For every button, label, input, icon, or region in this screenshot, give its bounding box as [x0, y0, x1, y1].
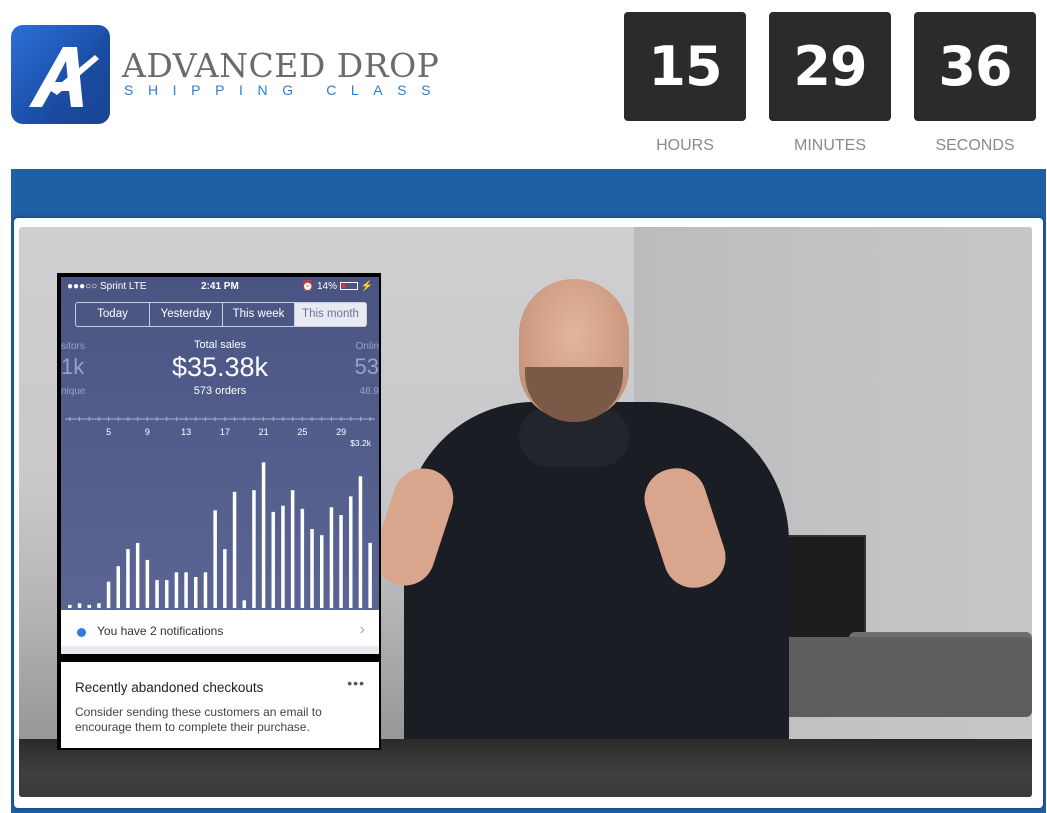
total-sales-label: Total sales: [194, 339, 246, 351]
abandoned-checkouts-card[interactable]: Recently abandoned checkouts ••• Conside…: [61, 662, 379, 748]
chart-bar: [281, 505, 285, 608]
chart-bar: [68, 604, 72, 608]
alarm-icon: ⏰: [301, 281, 315, 292]
chart-bar: [349, 496, 353, 608]
chart-bar: [368, 542, 372, 608]
notifications-row[interactable]: You have 2 notifications ›: [61, 610, 379, 654]
orders-count: 573 orders: [193, 385, 247, 397]
countdown-minutes: 29: [769, 12, 891, 121]
chart-bar: [261, 462, 266, 608]
network-type: LTE: [128, 281, 147, 292]
total-sales-value: $35.38k: [171, 352, 269, 382]
chart-bar: [203, 572, 208, 608]
sales-dashboard: ●●●○○ Sprint LTE 2:41 PM ⏰ 14% ⚡ Today Y…: [61, 277, 379, 610]
tab-today[interactable]: Today: [76, 303, 150, 326]
chart-bar: [339, 515, 343, 608]
chart-bar: [97, 603, 101, 608]
notification-text: You have 2 notifications: [97, 624, 224, 638]
chart-bar: [126, 549, 130, 608]
tab-yesterday[interactable]: Yesterday: [150, 303, 223, 326]
chart-bar: [329, 507, 334, 609]
brand-subtitle: SHIPPING CLASS: [124, 82, 446, 98]
chart-tick-label: 13: [181, 427, 191, 437]
countdown-minutes-label: MINUTES: [794, 137, 866, 154]
chart-tick-label: 17: [220, 427, 230, 437]
chevron-right-icon: ›: [359, 621, 365, 638]
chart-tick-label: 29: [336, 427, 346, 437]
chart-tick-label: 5: [106, 427, 111, 437]
chart-bar: [223, 549, 227, 608]
countdown-seconds-label: SECONDS: [935, 137, 1015, 154]
status-carrier: ●●●○○ Sprint LTE: [67, 281, 147, 292]
chart-bar: [213, 510, 217, 608]
more-options-icon[interactable]: •••: [347, 675, 365, 691]
landing-page: ADVANCED DROP SHIPPING CLASS 15 HOURS 29…: [0, 0, 1047, 813]
status-battery: ⏰ 14% ⚡: [302, 281, 373, 292]
chart-bar: [135, 542, 140, 608]
chart-tick-label: 21: [259, 427, 269, 437]
chart-annotation: $3.2k: [350, 438, 372, 448]
chart-bar: [116, 566, 120, 609]
chart-tick-label: 25: [297, 427, 307, 437]
brand-logo-icon[interactable]: [11, 25, 110, 124]
chart-bar: [320, 535, 324, 608]
phone-screenshot: ●●●○○ Sprint LTE 2:41 PM ⏰ 14% ⚡ Today Y…: [57, 273, 381, 750]
date-range-tabs: Today Yesterday This week This month: [75, 302, 367, 327]
notification-dot-icon: [77, 628, 86, 637]
charging-icon: ⚡: [360, 281, 373, 292]
battery-percent: 14%: [316, 281, 337, 292]
countdown-hours-label: HOURS: [656, 137, 714, 154]
chart-bar: [358, 476, 363, 609]
card-title: Recently abandoned checkouts: [75, 680, 264, 695]
chart-bar: [271, 511, 275, 608]
battery-icon: [339, 282, 358, 291]
tab-this-month[interactable]: This month: [295, 303, 366, 326]
chart-bar: [232, 491, 237, 609]
chart-bar: [155, 580, 159, 608]
chart-bar: [290, 490, 295, 608]
sales-chart: 5 9 13 17 21 25 29 $3.2k: [65, 417, 375, 609]
chart-bar: [242, 600, 246, 609]
carrier-name: Sprint: [99, 281, 127, 292]
chart-bar: [77, 603, 82, 608]
chart-bar: [184, 572, 188, 608]
chart-bar: [145, 559, 150, 608]
tab-this-week[interactable]: This week: [223, 303, 295, 326]
chart-bar: [310, 529, 314, 608]
header-band: [11, 169, 1046, 216]
brand-title: ADVANCED DROP: [122, 46, 440, 85]
countdown-seconds: 36: [914, 12, 1036, 121]
countdown-hours: 15: [624, 12, 746, 121]
status-time: 2:41 PM: [201, 281, 239, 292]
chart-bar: [165, 580, 169, 608]
chart-bar: [174, 572, 179, 608]
chart-bar: [87, 604, 91, 608]
chart-tick-label: 9: [145, 427, 150, 437]
chart-bar: [300, 508, 305, 608]
chart-bar: [106, 581, 111, 609]
card-body: Consider sending these customers an emai…: [75, 705, 322, 734]
signal-icon: ●●●○○: [67, 281, 98, 292]
chart-bar: [194, 577, 198, 608]
chart-bar: [252, 490, 256, 608]
